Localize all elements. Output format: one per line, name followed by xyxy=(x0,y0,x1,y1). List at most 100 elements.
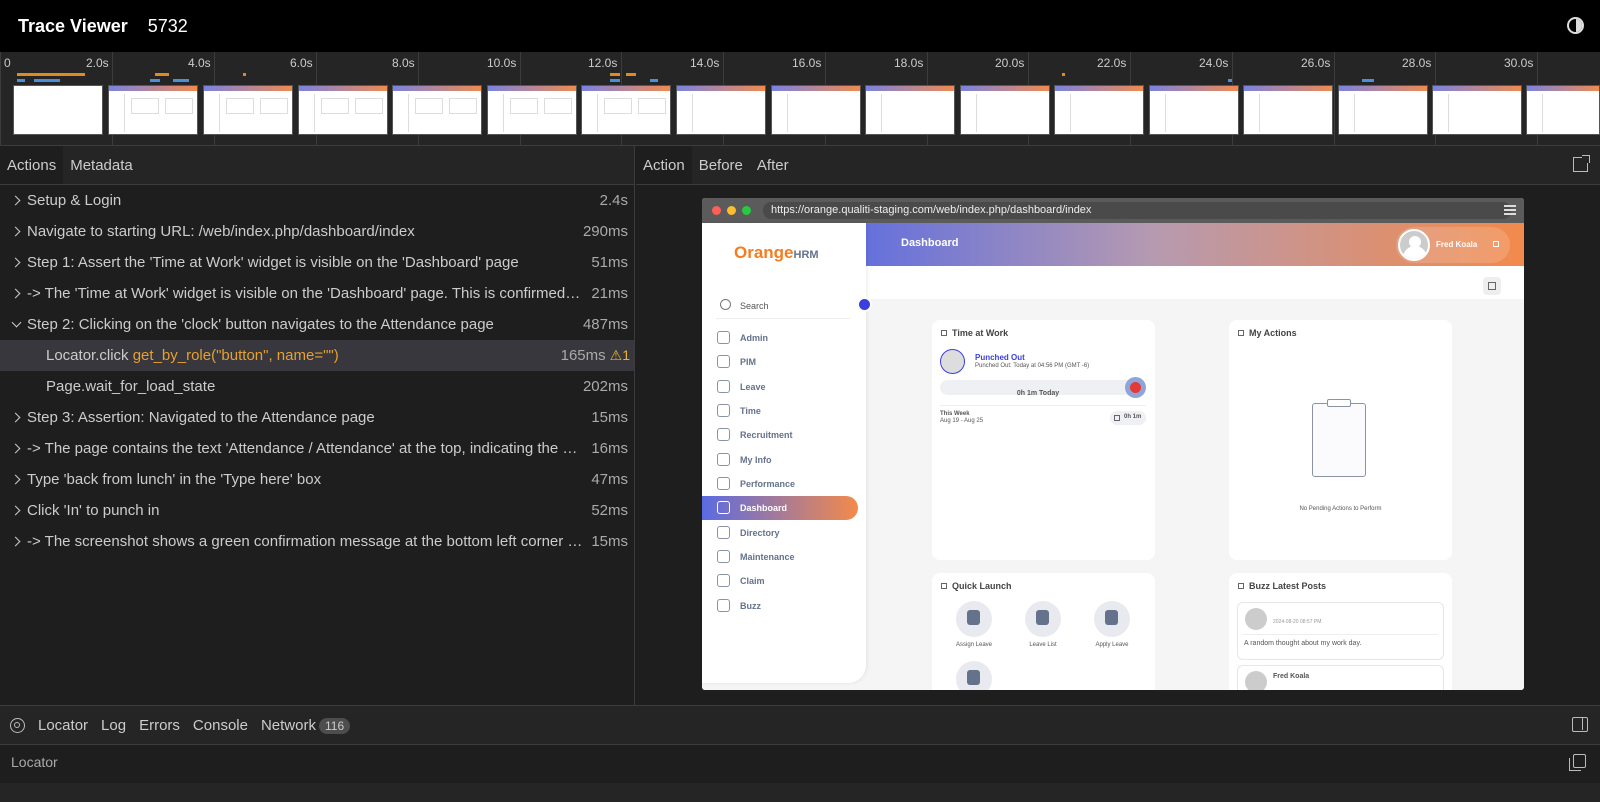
action-duration: 202ms xyxy=(582,378,628,395)
action-row[interactable]: Type 'back from lunch' in the 'Type here… xyxy=(0,464,634,495)
card-icon xyxy=(1238,583,1244,589)
tab-metadata[interactable]: Metadata xyxy=(63,146,140,184)
tick-label: 26.0s xyxy=(1301,56,1331,70)
card-title: My Actions xyxy=(1238,328,1297,338)
action-title: Click 'In' to punch in xyxy=(27,502,160,519)
action-row[interactable]: Step 1: Assert the 'Time at Work' widget… xyxy=(0,247,634,278)
filmstrip-frame[interactable] xyxy=(865,85,955,135)
tick-label: 16.0s xyxy=(792,56,822,70)
quick-launch-card: Quick Launch Assign Leave Leave List App… xyxy=(932,573,1155,690)
filmstrip-frame[interactable] xyxy=(1054,85,1144,135)
left-tabs: Actions Metadata xyxy=(0,146,634,185)
action-row[interactable]: Setup & Login 2.4s xyxy=(0,185,634,216)
chevron-right-icon[interactable] xyxy=(10,287,23,300)
chevron-right-icon[interactable] xyxy=(10,442,23,455)
filmstrip-frame[interactable] xyxy=(1243,85,1333,135)
nav-item-directory[interactable]: Directory xyxy=(702,521,858,545)
nav-item-dashboard[interactable]: Dashboard xyxy=(702,496,858,520)
filmstrip-frame[interactable] xyxy=(771,85,861,135)
nav-item-maintenance[interactable]: Maintenance xyxy=(702,545,858,569)
filmstrip-frame[interactable] xyxy=(581,85,671,135)
page-title: Dashboard xyxy=(901,237,959,249)
user-dropdown[interactable]: Fred Koala xyxy=(1396,227,1510,263)
buzz-post[interactable]: Fred Koala xyxy=(1237,665,1444,690)
nav-item-pim[interactable]: PIM xyxy=(702,350,858,374)
card-title-text: Buzz Latest Posts xyxy=(1249,581,1327,591)
nav-item-my-info[interactable]: My Info xyxy=(702,448,858,472)
tab-after[interactable]: After xyxy=(750,146,796,184)
sidebar-collapse-button[interactable] xyxy=(857,297,872,312)
tab-action[interactable]: Action xyxy=(636,146,692,184)
nav-label: Time xyxy=(740,406,761,416)
filmstrip-frame[interactable] xyxy=(1338,85,1428,135)
chevron-right-icon[interactable] xyxy=(10,256,23,269)
week-label: This Week xyxy=(940,411,970,417)
post-author: Fred Koala xyxy=(1273,673,1310,680)
action-title: Type 'back from lunch' in the 'Type here… xyxy=(27,471,322,488)
filmstrip-frame[interactable] xyxy=(13,85,103,135)
filmstrip-frame[interactable] xyxy=(1149,85,1239,135)
week-range: Aug 19 - Aug 25 xyxy=(940,418,984,424)
filmstrip-frame[interactable] xyxy=(960,85,1050,135)
tab-log[interactable]: Log xyxy=(101,717,126,734)
toggle-sidebar-icon[interactable] xyxy=(1572,717,1588,732)
action-row[interactable]: -> The 'Time at Work' widget is visible … xyxy=(0,278,634,309)
chevron-right-icon[interactable] xyxy=(10,535,23,548)
action-duration: 16ms xyxy=(591,440,628,457)
copy-icon[interactable] xyxy=(1569,754,1586,771)
open-in-new-window-icon[interactable] xyxy=(1573,155,1590,172)
nav-item-leave[interactable]: Leave xyxy=(702,375,858,399)
filmstrip-frame[interactable] xyxy=(392,85,482,135)
tab-errors[interactable]: Errors xyxy=(139,717,180,734)
locator-input[interactable] xyxy=(0,783,1600,802)
action-row[interactable]: Navigate to starting URL: /web/index.php… xyxy=(0,216,634,247)
filmstrip-frame[interactable] xyxy=(203,85,293,135)
tick-label: 4.0s xyxy=(188,56,211,70)
nav-item-claim[interactable]: Claim xyxy=(702,569,858,593)
filmstrip-frame[interactable] xyxy=(676,85,766,135)
quick-launch-apply-leave[interactable]: Apply Leave xyxy=(1092,601,1132,648)
buzz-post[interactable]: 2024-08-20 08:57 PM A random thought abo… xyxy=(1237,602,1444,660)
nav-item-admin[interactable]: Admin xyxy=(702,326,858,350)
action-row[interactable]: Click 'In' to punch in 52ms xyxy=(0,495,634,526)
time-at-work-card: Time at Work Punched Out Punched Out: To… xyxy=(932,320,1155,560)
chevron-right-icon[interactable] xyxy=(10,504,23,517)
action-row[interactable]: -> The screenshot shows a green confirma… xyxy=(0,526,634,557)
action-row-selected[interactable]: Locator.click get_by_role("button", name… xyxy=(0,340,634,371)
timeline[interactable]: 0 2.0s 4.0s 6.0s 8.0s 10.0s 12.0s 14.0s … xyxy=(0,52,1600,146)
tab-before[interactable]: Before xyxy=(692,146,750,184)
timeline-action-bar xyxy=(243,73,246,76)
theme-toggle-icon[interactable] xyxy=(1567,17,1584,34)
tab-console[interactable]: Console xyxy=(193,717,248,734)
chevron-right-icon[interactable] xyxy=(10,411,23,424)
action-row[interactable]: Page.wait_for_load_state 202ms xyxy=(0,371,634,402)
nav-item-performance[interactable]: Performance xyxy=(702,472,858,496)
nav-item-recruitment[interactable]: Recruitment xyxy=(702,423,858,447)
tab-locator[interactable]: Locator xyxy=(38,717,88,734)
filmstrip-frame[interactable] xyxy=(1526,85,1600,135)
filmstrip-frame[interactable] xyxy=(1432,85,1522,135)
filmstrip-frame[interactable] xyxy=(298,85,388,135)
tab-actions[interactable]: Actions xyxy=(0,146,64,184)
chevron-right-icon[interactable] xyxy=(10,225,23,238)
search-icon xyxy=(720,299,731,310)
sidebar-search[interactable]: Search xyxy=(716,293,850,319)
chevron-down-icon[interactable] xyxy=(10,318,23,331)
nav-item-time[interactable]: Time xyxy=(702,399,858,423)
filmstrip-frame[interactable] xyxy=(108,85,198,135)
filmstrip-frame[interactable] xyxy=(487,85,577,135)
pick-locator-icon[interactable] xyxy=(10,717,25,733)
action-row[interactable]: Step 3: Assertion: Navigated to the Atte… xyxy=(0,402,634,433)
buzz-card: Buzz Latest Posts 2024-08-20 08:57 PM A … xyxy=(1229,573,1452,690)
nav-item-buzz[interactable]: Buzz xyxy=(702,594,858,618)
action-row[interactable]: Step 2: Clicking on the 'clock' button n… xyxy=(0,309,634,340)
nav-label: Dashboard xyxy=(740,503,788,513)
action-row[interactable]: -> The page contains the text 'Attendanc… xyxy=(0,433,634,464)
recruitment-icon xyxy=(717,428,730,441)
quick-launch-more[interactable] xyxy=(954,661,994,690)
tab-network[interactable]: Network 116 xyxy=(261,717,351,734)
quick-launch-assign-leave[interactable]: Assign Leave xyxy=(954,601,994,648)
chevron-right-icon[interactable] xyxy=(10,194,23,207)
chevron-right-icon[interactable] xyxy=(10,473,23,486)
quick-launch-leave-list[interactable]: Leave List xyxy=(1023,601,1063,648)
